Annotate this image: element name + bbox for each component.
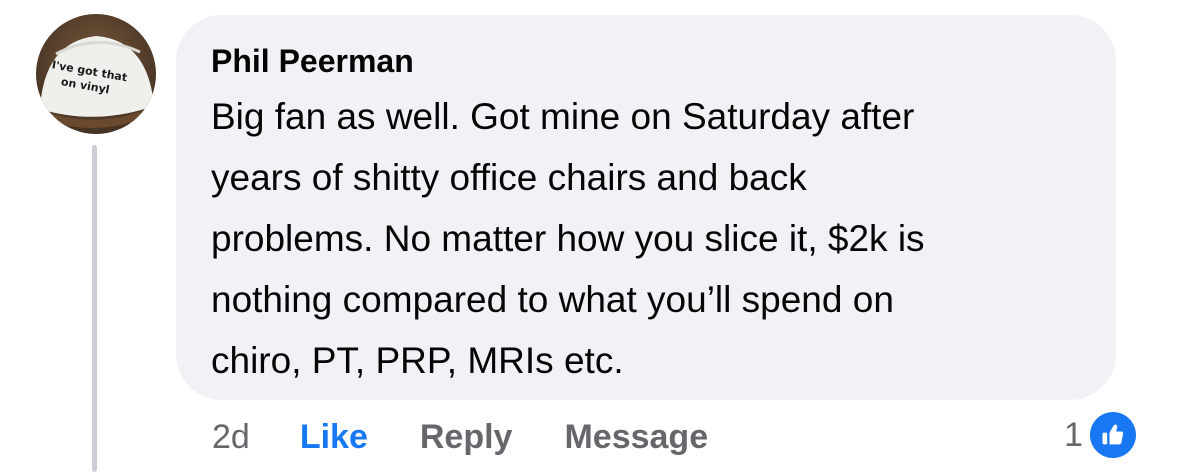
reaction-summary[interactable]: 1 [1064, 407, 1139, 463]
like-button[interactable]: Like [300, 418, 368, 457]
thumbs-up-icon [1089, 412, 1136, 458]
reaction-count: 1 [1064, 415, 1083, 454]
message-button[interactable]: Message [564, 418, 708, 457]
comment-author[interactable]: Phil Peerman [211, 41, 1086, 81]
comment-actions: 2d Like Reply Message [212, 413, 708, 461]
comment-timestamp[interactable]: 2d [212, 418, 250, 457]
avatar[interactable]: I've got that on vinyl [36, 14, 156, 134]
like-reaction-badge [1086, 409, 1139, 461]
avatar-image: I've got that on vinyl [36, 14, 156, 134]
comment-text: Big fan as well. Got mine on Saturday af… [211, 96, 925, 381]
reply-button[interactable]: Reply [420, 418, 513, 457]
comment-bubble: Phil Peerman Big fan as well. Got mine o… [176, 15, 1116, 400]
thread-line [92, 145, 97, 472]
